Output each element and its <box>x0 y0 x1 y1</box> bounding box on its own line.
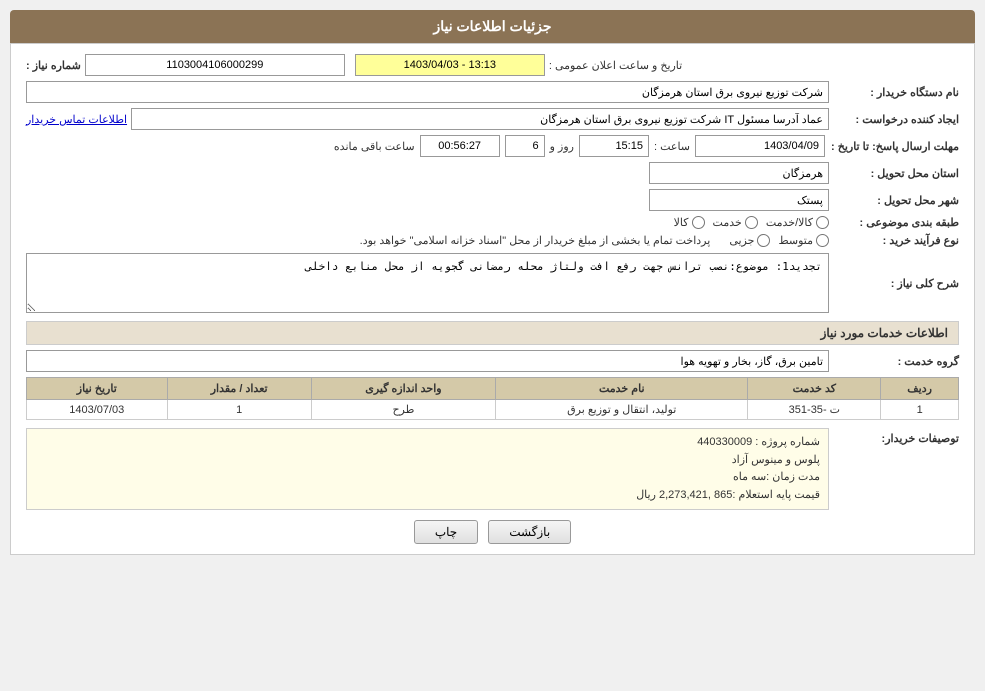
roz-label: روز و <box>550 140 574 153</box>
noe-farayand-label: نوع فرآیند خرید : <box>829 234 959 247</box>
khadamat-label: خدمت <box>713 216 742 229</box>
page-header: جزئیات اطلاعات نیاز <box>10 10 975 43</box>
khadamat-section-title: اطلاعات خدمات مورد نیاز <box>26 321 959 345</box>
ettelaat-tamas-link[interactable]: اطلاعات تماس خریدار <box>26 113 127 126</box>
shahr-input <box>649 189 829 211</box>
jozyi-label: جزیی <box>729 234 754 247</box>
radio-kala-khadamat: کالا/خدمت <box>766 216 829 229</box>
radio-jozyi: جزیی <box>729 234 770 247</box>
saat-baghimande-label: ساعت باقی مانده <box>334 140 415 153</box>
mohlat-time-input <box>579 135 649 157</box>
col-nam-khadamat: نام خدمت <box>496 378 748 400</box>
cell-vahed: طرح <box>311 400 495 420</box>
radio-motavasset-input[interactable] <box>816 234 829 247</box>
sharh-textarea[interactable]: تجدید1: موضوع:نصب ترانس جهت رفع افت ولتا… <box>26 253 829 313</box>
tosifat-line3: مدت زمان :سه ماه <box>35 469 820 487</box>
button-row: بازگشت چاپ <box>26 520 959 544</box>
roz-input <box>505 135 545 157</box>
kala-khadamat-label: کالا/خدمت <box>766 216 813 229</box>
tarikh-label: تاریخ و ساعت اعلان عمومی : <box>549 59 682 72</box>
tosifat-content: شماره پروژه : 440330009 پلوس و مینوس آزا… <box>26 428 829 510</box>
ostan-input <box>649 162 829 184</box>
tarikh-input[interactable] <box>355 54 545 76</box>
tosifat-section: توصیفات خریدار: شماره پروژه : 440330009 … <box>26 428 959 510</box>
mohlat-date-input <box>695 135 825 157</box>
shomare-niaz-input <box>85 54 345 76</box>
grohe-khadamat-input <box>26 350 829 372</box>
ijad-konande-input <box>131 108 829 130</box>
radio-kala-input[interactable] <box>692 216 705 229</box>
kala-label: کالا <box>674 216 689 229</box>
services-table: ردیف کد خدمت نام خدمت واحد اندازه گیری ت… <box>26 377 959 420</box>
grohe-khadamat-label: گروه خدمت : <box>829 355 959 368</box>
cell-tarikh: 1403/07/03 <box>27 400 168 420</box>
tabaghe-label: طبقه بندی موضوعی : <box>829 216 959 229</box>
radio-khadamat: خدمت <box>713 216 758 229</box>
tosifat-line4: قیمت پایه استعلام :865 ,2,273,421 ریال <box>35 487 820 505</box>
tosifat-line2: پلوس و مینوس آزاد <box>35 452 820 470</box>
ostan-label: استان محل تحویل : <box>829 167 959 180</box>
shomare-niaz-label: شماره نیاز : <box>26 59 81 72</box>
col-kod-khadamat: کد خدمت <box>748 378 881 400</box>
nam-dastgah-input <box>26 81 829 103</box>
tosifat-line1: شماره پروژه : 440330009 <box>35 434 820 452</box>
cell-nam-khadamat: تولید، انتقال و توزیع برق <box>496 400 748 420</box>
radio-khadamat-input[interactable] <box>745 216 758 229</box>
countdown-input <box>420 135 500 157</box>
sharh-label: شرح کلی نیاز : <box>829 277 959 290</box>
ijad-konande-label: ایجاد کننده درخواست : <box>829 113 959 126</box>
page-title: جزئیات اطلاعات نیاز <box>433 18 551 34</box>
col-radif: ردیف <box>881 378 959 400</box>
radio-kala: کالا <box>674 216 705 229</box>
radio-motavasset: متوسط <box>778 234 829 247</box>
saat-label: ساعت : <box>654 140 690 153</box>
cell-kod-khadamat: ت -35-351 <box>748 400 881 420</box>
nam-dastgah-label: نام دستگاه خریدار : <box>829 86 959 99</box>
cell-tedad: 1 <box>167 400 311 420</box>
print-button[interactable]: چاپ <box>414 520 478 544</box>
col-tedad: تعداد / مقدار <box>167 378 311 400</box>
back-button[interactable]: بازگشت <box>488 520 571 544</box>
col-tarikh: تاریخ نیاز <box>27 378 168 400</box>
mohlat-label: مهلت ارسال پاسخ: تا تاریخ : <box>825 140 959 153</box>
cell-radif: 1 <box>881 400 959 420</box>
table-row: 1 ت -35-351 تولید، انتقال و توزیع برق طر… <box>27 400 959 420</box>
tosifat-label: توصیفات خریدار: <box>829 428 959 510</box>
col-vahed: واحد اندازه گیری <box>311 378 495 400</box>
radio-kala-khadamat-input[interactable] <box>816 216 829 229</box>
pardakht-text: پرداخت تمام یا بخشی از مبلغ خریدار از مح… <box>360 234 711 247</box>
motavasset-label: متوسط <box>778 234 813 247</box>
shahr-label: شهر محل تحویل : <box>829 194 959 207</box>
radio-jozyi-input[interactable] <box>757 234 770 247</box>
